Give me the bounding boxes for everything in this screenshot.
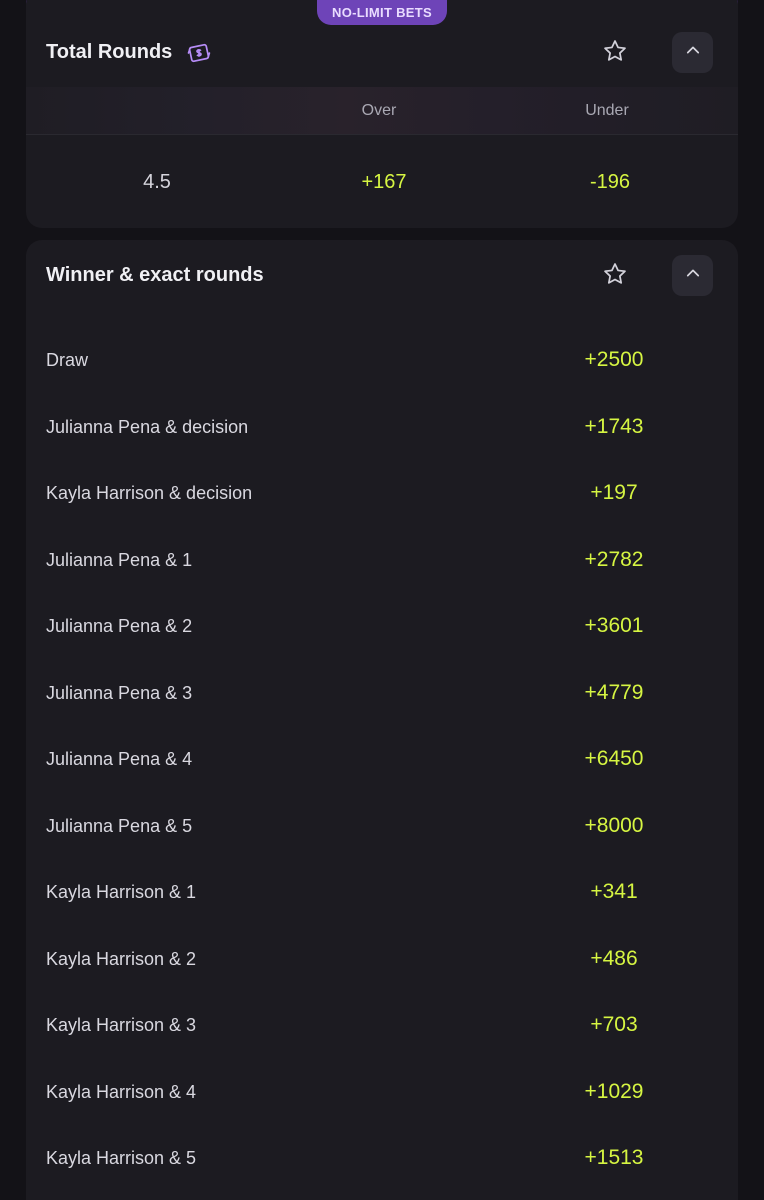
market-row[interactable]: Kayla Harrison & 1 +341 [26, 859, 738, 926]
market-row[interactable]: Julianna Pena & decision +1743 [26, 394, 738, 461]
odds-button[interactable]: +1513 [564, 1125, 664, 1191]
selection-label: Julianna Pena & 3 [46, 682, 193, 703]
over-column-header: Over [361, 102, 397, 119]
market-row[interactable]: Julianna Pena & 2 +3601 [26, 593, 738, 660]
collapse-button[interactable] [672, 255, 713, 296]
odds-button[interactable]: +197 [564, 460, 664, 526]
selection-label: Kayla Harrison & 2 [46, 948, 197, 969]
card-title: Total Rounds [46, 41, 173, 63]
market-row[interactable]: Kayla Harrison & 5 +1513 [26, 1125, 738, 1192]
under-column-header: Under [585, 102, 629, 119]
selection-label: Julianna Pena & 5 [46, 815, 193, 836]
odds-button[interactable]: +341 [564, 859, 664, 925]
market-row[interactable]: Julianna Pena & 3 +4779 [26, 660, 738, 727]
money-bill-icon [187, 41, 211, 65]
selection-label: Julianna Pena & decision [46, 416, 249, 437]
star-icon [602, 38, 628, 69]
favorite-star-button[interactable] [600, 261, 630, 291]
odds-button[interactable]: +703 [564, 992, 664, 1058]
selection-label: Julianna Pena & 2 [46, 616, 193, 636]
odds-button[interactable]: +1029 [564, 1059, 664, 1125]
market-row[interactable]: Julianna Pena & 1 +2782 [26, 527, 738, 594]
market-row[interactable]: Kayla Harrison & 3 +703 [26, 992, 738, 1059]
betting-markets-page: NO-LIMIT BETS Total Rounds Over Under 4.… [0, 0, 764, 1200]
market-row[interactable]: Draw +2500 [26, 327, 738, 394]
odds-button[interactable]: +486 [564, 926, 664, 992]
selection-label: Kayla Harrison & 1 [46, 882, 197, 902]
selection-label: Julianna Pena & 1 [46, 549, 193, 570]
chevron-up-icon [684, 41, 702, 64]
odds-button[interactable]: +3601 [564, 593, 664, 659]
odds-button[interactable]: +2500 [564, 327, 664, 393]
market-row[interactable]: Julianna Pena & 4 +6450 [26, 726, 738, 793]
chevron-up-icon [684, 264, 702, 287]
selection-label: Kayla Harrison & 4 [46, 1081, 197, 1102]
line-value: 4.5 [143, 171, 171, 193]
market-list: Draw +2500 Julianna Pena & decision +174… [26, 327, 738, 1192]
odds-button[interactable]: +6450 [564, 726, 664, 792]
market-row[interactable]: Kayla Harrison & 2 +486 [26, 926, 738, 993]
total-rounds-card: NO-LIMIT BETS Total Rounds Over Under 4.… [26, 0, 738, 228]
over-odds-button[interactable]: +167 [309, 135, 459, 230]
no-limit-bets-tab: NO-LIMIT BETS [317, 0, 447, 25]
selection-label: Kayla Harrison & 3 [46, 1015, 197, 1035]
collapse-button[interactable] [672, 32, 713, 73]
under-odds-button[interactable]: -196 [535, 135, 685, 230]
selection-label: Draw [46, 350, 89, 370]
odds-button[interactable]: +2782 [564, 527, 664, 593]
card-title: Winner & exact rounds [46, 264, 264, 286]
odds-button[interactable]: +8000 [564, 793, 664, 859]
over-under-header: Over Under [26, 87, 738, 135]
selection-label: Kayla Harrison & decision [46, 483, 253, 503]
favorite-star-button[interactable] [600, 38, 630, 68]
selection-label: Kayla Harrison & 5 [46, 1148, 197, 1168]
winner-exact-rounds-card: Winner & exact rounds Draw +2500 Juliann… [26, 240, 738, 1200]
market-row[interactable]: Julianna Pena & 5 +8000 [26, 793, 738, 860]
odds-button[interactable]: +1743 [564, 394, 664, 460]
odds-button[interactable]: +4779 [564, 660, 664, 726]
total-rounds-row: 4.5 +167 -196 [26, 135, 738, 230]
selection-label: Julianna Pena & 4 [46, 749, 193, 769]
star-icon [602, 261, 628, 292]
market-row[interactable]: Kayla Harrison & decision +197 [26, 460, 738, 527]
market-row[interactable]: Kayla Harrison & 4 +1029 [26, 1059, 738, 1126]
